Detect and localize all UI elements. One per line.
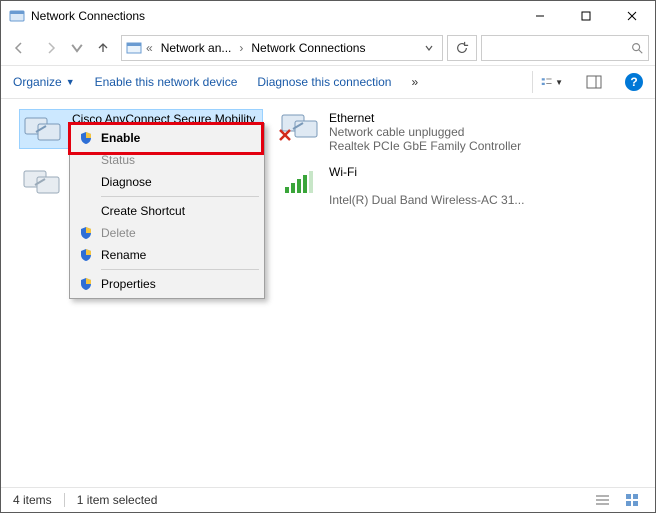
network-adapter-icon [21,165,63,199]
search-icon [630,41,644,55]
window-title: Network Connections [31,9,517,23]
maximize-button[interactable] [563,1,609,31]
back-button[interactable] [5,35,33,61]
organize-menu[interactable]: Organize▼ [13,75,75,89]
diagnose-command[interactable]: Diagnose this connection [257,75,391,89]
ctx-create-shortcut[interactable]: Create Shortcut [73,200,261,222]
wifi-signal-icon [279,165,321,199]
view-options-button[interactable]: ▼ [532,71,563,93]
network-adapter-icon [279,111,321,145]
chevron-down-icon: ▼ [66,77,75,87]
status-bar: 4 items 1 item selected [1,487,655,512]
breadcrumb[interactable]: « Network an... › Network Connections [121,35,443,61]
network-adapter-icon [22,112,64,146]
adapter-device: Realtek PCIe GbE Family Controller [329,139,521,153]
adapter-device: Intel(R) Dual Band Wireless-AC 31... [329,193,524,207]
enable-device-command[interactable]: Enable this network device [95,75,238,89]
refresh-button[interactable] [447,35,477,61]
help-button[interactable]: ? [625,73,643,91]
breadcrumb-item-1[interactable]: Network an... [157,36,236,60]
statusbar-sep [64,493,65,507]
ctx-properties[interactable]: Properties [73,273,261,295]
navbar: « Network an... › Network Connections [1,31,655,66]
close-button[interactable] [609,1,655,31]
breadcrumb-dropdown[interactable] [420,43,438,53]
search-input[interactable] [481,35,649,61]
adapter-status [329,179,524,193]
ctx-enable[interactable]: Enable [73,127,261,149]
window: Network Connections « Network an... › Ne… [0,0,656,513]
details-view-button[interactable] [595,493,613,507]
forward-button[interactable] [37,35,65,61]
ctx-rename[interactable]: Rename [73,244,261,266]
ctx-separator [101,196,259,197]
overflow-chevron[interactable]: » [411,75,418,89]
selection-count: 1 item selected [77,493,158,507]
shield-icon [79,277,93,291]
context-menu: Enable Status Diagnose Create Shortcut D… [69,123,265,299]
adapter-status: Network cable unplugged [329,125,521,139]
adapter-name: Ethernet [329,111,521,125]
shield-icon [79,131,93,145]
minimize-button[interactable] [517,1,563,31]
up-button[interactable] [89,35,117,61]
shield-icon [79,248,93,262]
command-bar: Organize▼ Enable this network device Dia… [1,66,655,99]
item-count: 4 items [13,493,52,507]
breadcrumb-item-2[interactable]: Network Connections [247,36,369,60]
adapter-ethernet[interactable]: Ethernet Network cable unplugged Realtek… [279,111,529,153]
recent-button[interactable] [69,35,85,61]
ctx-status: Status [73,149,261,171]
adapter-wifi[interactable]: Wi-Fi Intel(R) Dual Band Wireless-AC 31.… [279,165,529,207]
app-icon [9,8,25,24]
shield-icon [79,226,93,240]
breadcrumb-sep: « [144,41,155,55]
titlebar: Network Connections [1,1,655,31]
chevron-right-icon[interactable]: › [237,41,245,55]
ctx-separator [101,269,259,270]
icons-view-button[interactable] [625,493,643,507]
preview-pane-button[interactable] [583,71,605,93]
ctx-delete: Delete [73,222,261,244]
content-area[interactable]: Cisco AnyConnect Secure Mobility Etherne… [1,99,655,487]
adapter-name: Wi-Fi [329,165,524,179]
control-panel-icon [126,40,142,56]
ctx-diagnose[interactable]: Diagnose [73,171,261,193]
